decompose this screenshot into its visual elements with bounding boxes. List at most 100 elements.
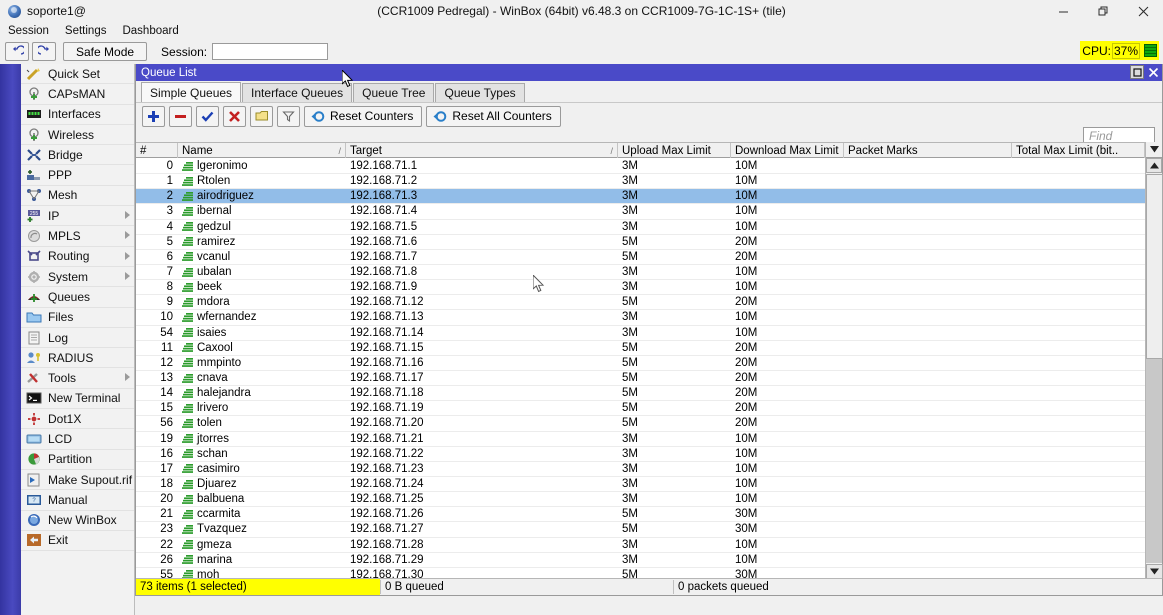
scroll-down-button[interactable] — [1146, 564, 1163, 579]
disable-queue-button[interactable] — [223, 106, 246, 127]
table-row[interactable]: 8beek192.168.71.93M10M — [136, 280, 1145, 295]
column-header-name[interactable]: Name/ — [178, 143, 346, 158]
tab-label: Queue Tree — [362, 86, 425, 100]
sidebar-item-partition[interactable]: Partition — [21, 450, 134, 470]
menu-item-session[interactable]: Session — [8, 25, 49, 37]
scroll-up-button[interactable] — [1146, 158, 1162, 173]
vertical-scrollbar[interactable] — [1145, 142, 1162, 579]
table-row[interactable]: 17casimiro192.168.71.233M10M — [136, 462, 1145, 477]
tab-queue-types[interactable]: Queue Types — [435, 83, 524, 102]
sidebar-item-capsman[interactable]: CAPsMAN — [21, 84, 134, 104]
sidebar-item-dot1x[interactable]: Dot1X — [21, 409, 134, 429]
reset-counters-button[interactable]: Reset Counters — [304, 106, 422, 127]
sidebar-item-ip[interactable]: 255IP — [21, 206, 134, 226]
close-button[interactable] — [1123, 0, 1163, 22]
scrollbar-track[interactable] — [1146, 174, 1162, 563]
sidebar-item-interfaces[interactable]: Interfaces — [21, 105, 134, 125]
table-row[interactable]: 18Djuarez192.168.71.243M10M — [136, 477, 1145, 492]
restore-button[interactable] — [1083, 0, 1123, 22]
sidebar-item-queues[interactable]: Queues — [21, 287, 134, 307]
table-row[interactable]: 23Tvazquez192.168.71.275M30M — [136, 522, 1145, 537]
sidebar-item-ppp[interactable]: PPP — [21, 165, 134, 185]
table-row[interactable]: 11Caxool192.168.71.155M20M — [136, 341, 1145, 356]
table-row[interactable]: 7ubalan192.168.71.83M10M — [136, 265, 1145, 280]
tab-interface-queues[interactable]: Interface Queues — [242, 83, 352, 102]
column-header-[interactable]: # — [136, 143, 178, 158]
table-row[interactable]: 15lrivero192.168.71.195M20M — [136, 401, 1145, 416]
column-header-upload-max-limit[interactable]: Upload Max Limit — [618, 143, 731, 158]
table-row[interactable]: 5ramirez192.168.71.65M20M — [136, 235, 1145, 250]
cell-name: airodriguez — [178, 189, 346, 203]
undo-button[interactable] — [5, 42, 29, 61]
column-header-total-max-limit-bit[interactable]: Total Max Limit (bit.. — [1012, 143, 1145, 158]
table-row[interactable]: 19jtorres192.168.71.213M10M — [136, 432, 1145, 447]
safe-mode-button[interactable]: Safe Mode — [63, 42, 147, 61]
table-row[interactable]: 14halejandra192.168.71.185M20M — [136, 386, 1145, 401]
table-row[interactable]: 12mmpinto192.168.71.165M20M — [136, 356, 1145, 371]
table-row[interactable]: 3ibernal192.168.71.43M10M — [136, 204, 1145, 219]
sidebar-item-log[interactable]: Log — [21, 328, 134, 348]
table-row[interactable]: 1Rtolen192.168.71.23M10M — [136, 174, 1145, 189]
sidebar-item-mesh[interactable]: Mesh — [21, 186, 134, 206]
table-row[interactable]: 21ccarmita192.168.71.265M30M — [136, 507, 1145, 522]
column-header-target[interactable]: Target/ — [346, 143, 618, 158]
sidebar-item-wireless[interactable]: Wireless — [21, 125, 134, 145]
menu-item-dashboard[interactable]: Dashboard — [122, 25, 178, 37]
enable-queue-button[interactable] — [196, 106, 219, 127]
column-chooser-button[interactable] — [1146, 142, 1162, 158]
tab-simple-queues[interactable]: Simple Queues — [141, 82, 241, 102]
sidebar-item-routing[interactable]: Routing — [21, 247, 134, 267]
minimize-button[interactable] — [1043, 0, 1083, 22]
sidebar-item-bridge[interactable]: Bridge — [21, 145, 134, 165]
sidebar-item-tools[interactable]: Tools — [21, 368, 134, 388]
queue-restore-icon[interactable] — [1130, 65, 1144, 79]
cell-upload-max-limit-text: 5M — [622, 508, 638, 520]
table-row[interactable]: 56tolen192.168.71.205M20M — [136, 416, 1145, 431]
table-row[interactable]: 26marina192.168.71.293M10M — [136, 553, 1145, 568]
table-row[interactable]: 2airodriguez192.168.71.33M10M — [136, 189, 1145, 204]
reset-all-counters-button[interactable]: Reset All Counters — [426, 106, 560, 127]
sidebar-item-new-terminal[interactable]: New Terminal — [21, 389, 134, 409]
table-row[interactable]: 54isaies192.168.71.143M10M — [136, 326, 1145, 341]
table-row[interactable]: 16schan192.168.71.223M10M — [136, 447, 1145, 462]
comment-button[interactable] — [250, 106, 273, 127]
remove-queue-button[interactable] — [169, 106, 192, 127]
cell-download-max-limit: 10M — [731, 326, 844, 340]
table-row[interactable]: 13cnava192.168.71.175M20M — [136, 371, 1145, 386]
antenna-icon — [26, 86, 42, 101]
cell-packet-marks — [844, 295, 1012, 309]
table-row[interactable]: 22gmeza192.168.71.283M10M — [136, 538, 1145, 553]
cell-download-max-limit: 20M — [731, 235, 844, 249]
redo-button[interactable] — [32, 42, 56, 61]
sidebar-item-system[interactable]: System — [21, 267, 134, 287]
scrollbar-thumb[interactable] — [1146, 174, 1163, 359]
add-queue-button[interactable] — [142, 106, 165, 127]
session-input[interactable] — [212, 43, 328, 60]
tab-queue-tree[interactable]: Queue Tree — [353, 83, 434, 102]
table-row[interactable]: 20balbuena192.168.71.253M10M — [136, 492, 1145, 507]
sidebar-item-quick-set[interactable]: Quick Set — [21, 64, 134, 84]
cell-upload-max-limit-text: 3M — [622, 448, 638, 460]
partition-icon — [26, 452, 42, 467]
menu-item-settings[interactable]: Settings — [65, 25, 107, 37]
sidebar-item-lcd[interactable]: LCD — [21, 429, 134, 449]
sidebar-item-make-supout-rif[interactable]: Make Supout.rif — [21, 470, 134, 490]
sidebar-item-label: Exit — [48, 533, 68, 547]
queue-window-titlebar[interactable]: Queue List — [136, 64, 1162, 81]
queue-close-icon[interactable] — [1146, 65, 1160, 79]
table-row[interactable]: 9mdora192.168.71.125M20M — [136, 295, 1145, 310]
sidebar-item-exit[interactable]: Exit — [21, 531, 134, 551]
column-header-packet-marks[interactable]: Packet Marks — [844, 143, 1012, 158]
table-row[interactable]: 4gedzul192.168.71.53M10M — [136, 220, 1145, 235]
sidebar-item-new-winbox[interactable]: New WinBox — [21, 511, 134, 531]
sidebar-item-manual[interactable]: ?Manual — [21, 490, 134, 510]
queue-type-icon — [182, 313, 197, 322]
sidebar-item-radius[interactable]: RADIUS — [21, 348, 134, 368]
table-row[interactable]: 10wfernandez192.168.71.133M10M — [136, 310, 1145, 325]
table-row[interactable]: 6vcanul192.168.71.75M20M — [136, 250, 1145, 265]
sidebar-item-mpls[interactable]: MPLS — [21, 226, 134, 246]
table-row[interactable]: 0lgeronimo192.168.71.13M10M — [136, 159, 1145, 174]
sidebar-item-files[interactable]: Files — [21, 308, 134, 328]
filter-button[interactable] — [277, 106, 300, 127]
column-header-download-max-limit[interactable]: Download Max Limit — [731, 143, 844, 158]
